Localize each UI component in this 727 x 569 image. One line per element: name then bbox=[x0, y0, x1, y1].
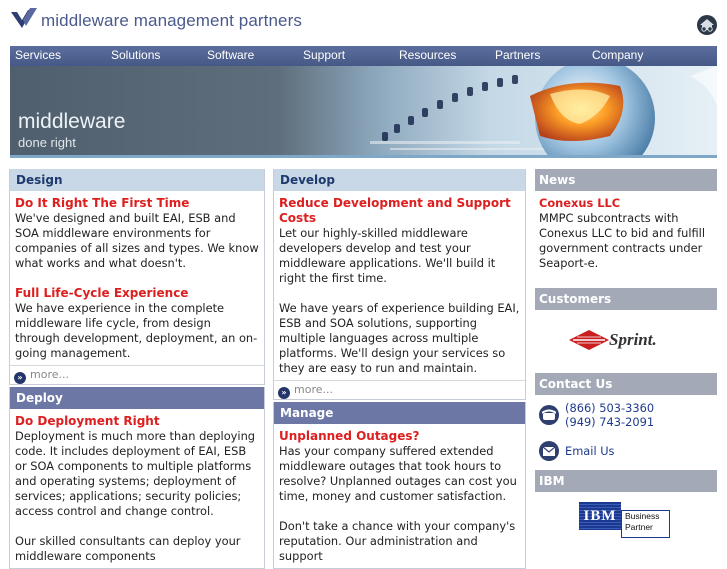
manage-item-text: Has your company suffered extended middl… bbox=[279, 444, 517, 503]
design-item-title[interactable]: Do It Right The First Time bbox=[15, 196, 259, 211]
manage-item-title[interactable]: Unplanned Outages? bbox=[279, 429, 520, 444]
contact-box: Contact Us (866) 503-3360 (949) 743-2091… bbox=[535, 373, 717, 464]
right-sidebar: News Conexus LLC MMPC subcontracts with … bbox=[535, 169, 717, 540]
banner-divider bbox=[10, 155, 717, 158]
middle-column: Develop Reduce Development and Support C… bbox=[273, 169, 526, 569]
deploy-item-title[interactable]: Do Deployment Right bbox=[15, 414, 259, 429]
hero-banner: middleware done right bbox=[10, 66, 717, 157]
left-column: Design Do It Right The First Time We've … bbox=[9, 169, 265, 569]
ibm-box: IBM IBM Business Partner bbox=[535, 470, 717, 540]
develop-more-link[interactable]: » more... bbox=[274, 380, 525, 399]
manage-panel: Manage Unplanned Outages? Has your compa… bbox=[273, 402, 526, 569]
design-panel: Design Do It Right The First Time We've … bbox=[9, 169, 265, 385]
sprint-logo[interactable]: Sprint. bbox=[535, 310, 717, 370]
customers-heading: Customers bbox=[535, 288, 717, 310]
design-heading: Design bbox=[10, 169, 264, 191]
phone-number[interactable]: (866) 503-3360 bbox=[565, 401, 654, 415]
develop-panel: Develop Reduce Development and Support C… bbox=[273, 169, 526, 400]
design-item-text: We have experience in the complete middl… bbox=[15, 301, 258, 360]
logo-icon[interactable] bbox=[10, 8, 38, 30]
customers-box: Customers Sprint. bbox=[535, 288, 717, 370]
news-heading: News bbox=[535, 169, 717, 191]
deploy-panel: Deploy Do Deployment Right Deployment is… bbox=[9, 387, 265, 569]
ibm-partner-logo[interactable]: IBM Business Partner bbox=[535, 492, 717, 540]
design-item-title[interactable]: Full Life-Cycle Experience bbox=[15, 286, 259, 301]
arrow-right-icon: » bbox=[278, 387, 290, 399]
nav-services[interactable]: Services bbox=[15, 48, 61, 62]
manage-item-text: Don't take a chance with your company's … bbox=[279, 519, 516, 563]
news-item-text: MMPC subcontracts with Conexus LLC to bi… bbox=[539, 211, 705, 270]
nav-resources[interactable]: Resources bbox=[399, 48, 456, 62]
news-box: News Conexus LLC MMPC subcontracts with … bbox=[535, 169, 717, 276]
arrow-right-icon: » bbox=[14, 372, 26, 384]
sprint-logo-text: Sprint. bbox=[609, 330, 657, 349]
contact-heading: Contact Us bbox=[535, 373, 717, 395]
design-more-link[interactable]: » more... bbox=[10, 365, 264, 384]
nav-company[interactable]: Company bbox=[592, 48, 643, 62]
email-link[interactable]: Email Us bbox=[565, 444, 615, 458]
nav-support[interactable]: Support bbox=[303, 48, 345, 62]
badge-line: Partner bbox=[625, 522, 653, 532]
brand-name[interactable]: middleware management partners bbox=[41, 11, 302, 31]
deploy-item-text: Deployment is much more than deploying c… bbox=[15, 429, 256, 518]
phone-number[interactable]: (949) 743-2091 bbox=[565, 415, 654, 429]
news-item-title[interactable]: Conexus LLC bbox=[539, 196, 713, 211]
develop-item-text: We have years of experience building EAI… bbox=[279, 301, 520, 375]
manage-heading: Manage bbox=[274, 402, 525, 424]
home-icon[interactable] bbox=[696, 14, 718, 36]
ibm-heading: IBM bbox=[535, 470, 717, 492]
nav-solutions[interactable]: Solutions bbox=[111, 48, 160, 62]
develop-heading: Develop bbox=[274, 169, 525, 191]
develop-item-title[interactable]: Reduce Development and Support Costs bbox=[279, 196, 520, 226]
nav-partners[interactable]: Partners bbox=[495, 48, 540, 62]
nav-software[interactable]: Software bbox=[207, 48, 254, 62]
more-label: more... bbox=[30, 368, 69, 381]
ibm-logo: IBM bbox=[579, 502, 621, 530]
design-item-text: We've designed and built EAI, ESB and SO… bbox=[15, 211, 259, 270]
ibm-logo-text: IBM bbox=[583, 508, 617, 524]
sprint-diamond-icon bbox=[569, 330, 609, 350]
site-header: middleware management partners bbox=[0, 0, 727, 44]
main-nav: Services Solutions Software Support Reso… bbox=[10, 46, 717, 66]
banner-title: middleware bbox=[18, 110, 126, 133]
deploy-heading: Deploy bbox=[10, 387, 264, 409]
deploy-trailing-text: Our skilled consultants can deploy your … bbox=[15, 534, 241, 563]
phone-icon bbox=[539, 405, 559, 425]
business-partner-badge: Business Partner bbox=[621, 510, 670, 538]
develop-item-text: Let our highly-skilled middleware develo… bbox=[279, 226, 496, 285]
banner-subtitle: done right bbox=[18, 135, 76, 150]
more-label: more... bbox=[294, 383, 333, 396]
envelope-icon bbox=[539, 441, 559, 461]
badge-line: Business bbox=[625, 511, 660, 521]
